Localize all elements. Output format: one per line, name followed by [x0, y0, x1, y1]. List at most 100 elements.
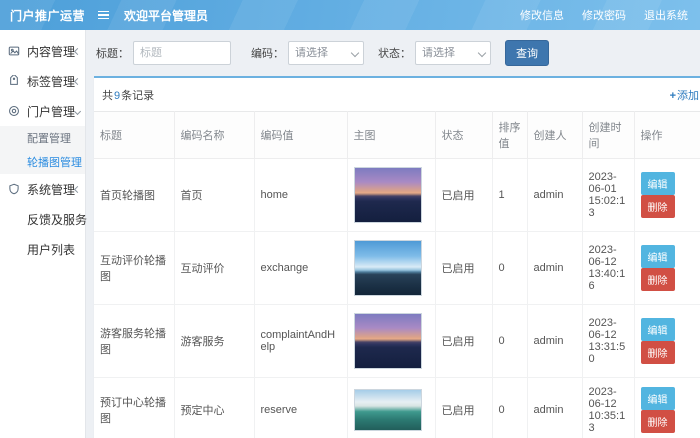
sidebar-item-label: 门户管理	[27, 103, 75, 120]
welcome-text: 欢迎平台管理员	[124, 7, 208, 24]
col-code-value: 编码值	[254, 112, 347, 159]
status-select[interactable]: 请选择	[415, 41, 491, 65]
cell-code-name: 首页	[174, 159, 254, 232]
portal-icon	[8, 105, 22, 117]
carousel-table: 标题 编码名称 编码值 主图 状态 排序值 创建人 创建时间 操作 首页轮播图 …	[94, 111, 700, 438]
cell-main-image	[347, 305, 435, 378]
delete-button[interactable]: 删除	[641, 341, 675, 364]
cell-creator: admin	[527, 159, 582, 232]
cell-sort: 0	[492, 305, 527, 378]
chevron-left-icon	[74, 47, 81, 54]
sidebar-item-config-mgmt[interactable]: 配置管理	[0, 126, 85, 150]
sidebar-item-label: 反馈及服务	[27, 211, 87, 228]
table-row: 首页轮播图 首页 home 已启用 1 admin 2023-06-0115:0…	[94, 159, 700, 232]
search-filter-bar: 标题： 编码： 请选择 状态： 请选择 查询	[96, 40, 700, 66]
col-actions: 操作	[634, 112, 700, 159]
sidebar-item-portal-mgmt[interactable]: 门户管理	[0, 96, 85, 126]
add-link[interactable]: +添加	[670, 87, 699, 103]
cell-code-value: complaintAndHelp	[254, 305, 347, 378]
edit-button[interactable]: 编辑	[641, 318, 675, 341]
cell-status: 已启用	[435, 378, 492, 438]
sidebar-item-feedback-service[interactable]: 反馈及服务	[0, 204, 85, 234]
chevron-down-icon	[74, 107, 81, 114]
modify-password-link[interactable]: 修改密码	[582, 7, 626, 23]
edit-button[interactable]: 编辑	[641, 387, 675, 410]
cell-code-value: exchange	[254, 232, 347, 305]
cell-title: 游客服务轮播图	[94, 305, 174, 378]
cell-main-image	[347, 159, 435, 232]
status-field-label: 状态：	[378, 45, 411, 61]
cell-created: 2023-06-0115:02:13	[582, 159, 634, 232]
cell-created: 2023-06-1210:35:13	[582, 378, 634, 438]
cell-status: 已启用	[435, 305, 492, 378]
chevron-left-icon	[74, 185, 81, 192]
table-row: 游客服务轮播图 游客服务 complaintAndHelp 已启用 0 admi…	[94, 305, 700, 378]
cell-actions: 编辑 删除	[634, 305, 700, 378]
hamburger-menu-icon[interactable]	[90, 0, 116, 30]
plus-icon: +	[670, 90, 676, 102]
sidebar-item-label: 用户列表	[27, 241, 79, 258]
code-field-label: 编码：	[251, 45, 284, 61]
cell-title: 互动评价轮播图	[94, 232, 174, 305]
cell-actions: 编辑 删除	[634, 159, 700, 232]
col-main-image: 主图	[347, 112, 435, 159]
sidebar-item-tag-mgmt[interactable]: 标签管理	[0, 66, 85, 96]
cell-code-name: 互动评价	[174, 232, 254, 305]
cell-title: 首页轮播图	[94, 159, 174, 232]
table-row: 互动评价轮播图 互动评价 exchange 已启用 0 admin 2023-0…	[94, 232, 700, 305]
chevron-left-icon	[74, 77, 81, 84]
delete-button[interactable]: 删除	[641, 410, 675, 433]
table-header-row: 标题 编码名称 编码值 主图 状态 排序值 创建人 创建时间 操作	[94, 112, 700, 159]
records-count: 9	[113, 90, 121, 102]
rocky-sea-photo	[354, 240, 422, 296]
delete-button[interactable]: 删除	[641, 268, 675, 291]
cell-status: 已启用	[435, 159, 492, 232]
col-creator: 创建人	[527, 112, 582, 159]
sidebar-item-label: 内容管理	[27, 43, 75, 60]
sunset-pier-photo	[354, 167, 422, 223]
col-status: 状态	[435, 112, 492, 159]
logout-link[interactable]: 退出系统	[644, 7, 688, 23]
top-navbar: 门户推广运营 欢迎平台管理员 修改信息 修改密码 退出系统	[0, 0, 700, 30]
cell-sort: 0	[492, 378, 527, 438]
portal-submenu: 配置管理 轮播图管理	[0, 126, 85, 174]
beach-resort-photo	[354, 389, 422, 431]
cell-title: 预订中心轮播图	[94, 378, 174, 438]
delete-button[interactable]: 删除	[641, 195, 675, 218]
cell-main-image	[347, 378, 435, 438]
sidebar-item-content-mgmt[interactable]: 内容管理	[0, 36, 85, 66]
cell-actions: 编辑 删除	[634, 378, 700, 438]
col-title: 标题	[94, 112, 174, 159]
title-search-input[interactable]	[133, 41, 231, 65]
app-brand: 门户推广运营	[0, 7, 86, 24]
cell-code-name: 游客服务	[174, 305, 254, 378]
cell-code-name: 预定中心	[174, 378, 254, 438]
sidebar-item-system-mgmt[interactable]: 系统管理	[0, 174, 85, 204]
shield-icon	[8, 183, 22, 195]
cell-creator: admin	[527, 232, 582, 305]
query-button[interactable]: 查询	[505, 40, 549, 66]
cell-created: 2023-06-1213:40:16	[582, 232, 634, 305]
cell-code-value: home	[254, 159, 347, 232]
edit-button[interactable]: 编辑	[641, 172, 675, 195]
cell-main-image	[347, 232, 435, 305]
sidebar-item-carousel-mgmt[interactable]: 轮播图管理	[0, 150, 85, 174]
sidebar-item-user-list[interactable]: 用户列表	[0, 234, 85, 264]
sidebar: 内容管理 标签管理 门户管理 配置管理 轮播图管理 系统管理	[0, 30, 86, 438]
sidebar-item-label: 系统管理	[27, 181, 75, 198]
status-select-wrap: 请选择	[415, 41, 491, 65]
cell-creator: admin	[527, 378, 582, 438]
records-summary: 共9条记录	[102, 87, 154, 103]
title-field-label: 标题：	[96, 45, 129, 61]
records-panel: 共9条记录 +添加 标题 编码名称 编码值 主图 状态	[94, 76, 700, 438]
code-select[interactable]: 请选择	[288, 41, 364, 65]
sunset-pier-photo	[354, 313, 422, 369]
cell-creator: admin	[527, 305, 582, 378]
cell-sort: 0	[492, 232, 527, 305]
content-icon	[8, 45, 22, 57]
col-code-name: 编码名称	[174, 112, 254, 159]
panel-header: 共9条记录 +添加	[94, 78, 700, 111]
cell-sort: 1	[492, 159, 527, 232]
modify-info-link[interactable]: 修改信息	[520, 7, 564, 23]
edit-button[interactable]: 编辑	[641, 245, 675, 268]
